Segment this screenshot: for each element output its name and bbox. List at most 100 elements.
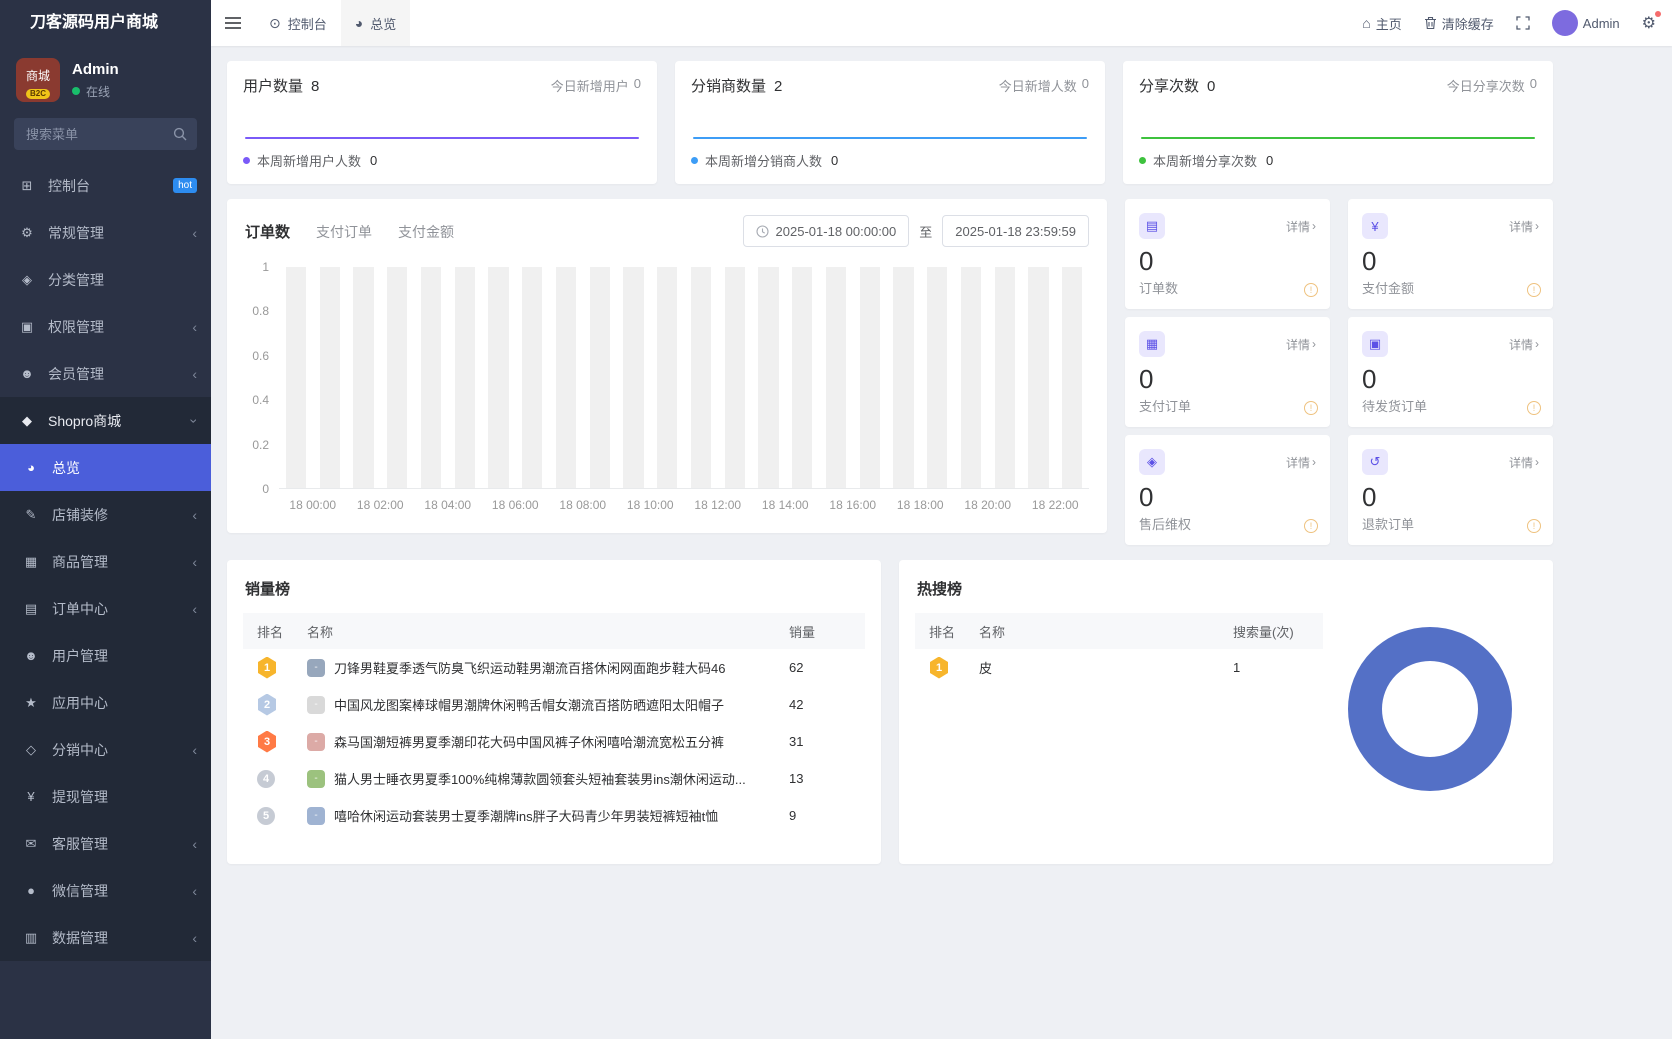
warning-icon: ! bbox=[1304, 283, 1318, 297]
sidebar-item-distribution[interactable]: ◇ 分销中心 ‹ bbox=[0, 726, 211, 773]
detail-link[interactable]: 详情 › bbox=[1286, 454, 1316, 471]
sidebar-item-withdraw[interactable]: ¥ 提现管理 bbox=[0, 773, 211, 820]
detail-link[interactable]: 详情 › bbox=[1509, 218, 1539, 235]
chevron-left-icon: ‹ bbox=[192, 318, 197, 335]
brush-icon: ✎ bbox=[25, 506, 37, 522]
sidebar-item-overview[interactable]: ◕ 总览 bbox=[0, 444, 211, 491]
stat-cards-row: 用户数量 8 今日新增用户 0 本周新增用户人数 0 分销商数量 2 今日新增人… bbox=[227, 61, 1553, 184]
order-chart-ylabels: 1 0.8 0.6 0.4 0.2 0 bbox=[245, 261, 279, 495]
col-header-sales: 销量 bbox=[789, 624, 816, 640]
sidebar-item-service[interactable]: ✉ 客服管理 ‹ bbox=[0, 820, 211, 867]
sidebar-item-shopro[interactable]: ◆ Shopro商城 › bbox=[0, 397, 211, 444]
product-name: 森马国潮短裤男夏季潮印花大码中国风裤子休闲嘻哈潮流宽松五分裤 bbox=[334, 735, 725, 750]
table-row[interactable]: 3 - 森马国潮短裤男夏季潮印花大码中国风裤子休闲嘻哈潮流宽松五分裤 31 bbox=[243, 723, 865, 760]
table-row[interactable]: 1 皮 1 bbox=[915, 649, 1323, 686]
tab-overview[interactable]: ◕ 总览 bbox=[340, 0, 411, 46]
detail-link[interactable]: 详情 › bbox=[1509, 336, 1539, 353]
search-icon bbox=[173, 127, 187, 141]
x-tick-label: 18 14:00 bbox=[761, 498, 809, 512]
money-icon: ¥ bbox=[1362, 213, 1388, 239]
detail-link[interactable]: 详情 › bbox=[1286, 218, 1316, 235]
date-end-input[interactable]: 2025-01-18 23:59:59 bbox=[942, 215, 1089, 247]
sidebar-item-order-center[interactable]: ▤ 订单中心 ‹ bbox=[0, 585, 211, 632]
detail-label: 详情 bbox=[1285, 455, 1310, 470]
sales-value: 31 bbox=[789, 734, 804, 749]
tab-order-count[interactable]: 订单数 bbox=[245, 221, 290, 242]
mini-label: 待发货订单 bbox=[1362, 399, 1428, 414]
stat-card-distributors: 分销商数量 2 今日新增人数 0 本周新增分销商人数 0 bbox=[675, 61, 1105, 184]
rankings-row: 销量榜 排名 名称 销量 1 - 刀锋男鞋夏季透气防臭飞织运动鞋男潮流百搭休闲网面… bbox=[227, 560, 1553, 864]
mini-stats-grid: ▤ 详情 › 0 订单数 ! ¥ 详情 › 0 支付金额 ! ▦ 详情 › 0 … bbox=[1125, 199, 1553, 545]
tab-paid-orders[interactable]: 支付订单 bbox=[316, 222, 372, 242]
sidebar-item-label: 常规管理 bbox=[48, 224, 104, 241]
user-icon: ☻ bbox=[24, 648, 38, 663]
sidebar-item-users[interactable]: ☻ 用户管理 bbox=[0, 632, 211, 679]
clear-cache-button[interactable]: 清除缓存 bbox=[1424, 14, 1494, 33]
date-separator: 至 bbox=[919, 224, 933, 240]
stat-today-value: 0 bbox=[1081, 76, 1089, 91]
rank-badge: 5 bbox=[257, 806, 275, 825]
chevron-left-icon: ‹ bbox=[192, 224, 197, 241]
sidebar-toggle-button[interactable] bbox=[211, 0, 255, 46]
mini-label: 支付金额 bbox=[1362, 281, 1415, 296]
table-row[interactable]: 1 - 刀锋男鞋夏季透气防臭飞织运动鞋男潮流百搭休闲网面跑步鞋大码46 62 bbox=[243, 649, 865, 686]
sidebar-item-console[interactable]: ⊞ 控制台 hot bbox=[0, 162, 211, 209]
table-row[interactable]: 5 - 嘻哈休闲运动套装男士夏季潮牌ins胖子大码青少年男装短裤短袖t恤 9 bbox=[243, 797, 865, 834]
sales-value: 62 bbox=[789, 660, 804, 675]
settings-button[interactable]: ⚙ bbox=[1642, 11, 1661, 33]
sidebar-item-app-center[interactable]: ★ 应用中心 bbox=[0, 679, 211, 726]
bronze-medal-icon: 3 bbox=[258, 730, 276, 753]
sidebar-item-permission[interactable]: ▣ 权限管理 ‹ bbox=[0, 303, 211, 350]
user-panel[interactable]: 商城 B2C Admin 在线 bbox=[0, 46, 211, 112]
user-circle-icon: ☻ bbox=[20, 366, 34, 381]
chart-bar bbox=[920, 267, 954, 488]
chevron-right-icon: › bbox=[1535, 337, 1539, 351]
sidebar-item-label: 微信管理 bbox=[52, 882, 108, 899]
notification-dot bbox=[1655, 11, 1661, 17]
x-tick-label: 18 04:00 bbox=[424, 498, 472, 512]
sidebar-item-label: 提现管理 bbox=[52, 788, 108, 805]
stat-today-label: 今日新增人数 bbox=[998, 79, 1077, 94]
stat-week-label: 本周新增分享次数 bbox=[1153, 154, 1258, 169]
detail-link[interactable]: 详情 › bbox=[1509, 454, 1539, 471]
sparkline bbox=[1141, 137, 1535, 139]
sidebar-item-data[interactable]: ▥ 数据管理 ‹ bbox=[0, 914, 211, 961]
mini-value: 0 bbox=[1362, 482, 1377, 512]
aftersale-icon: ◈ bbox=[1139, 449, 1165, 475]
tab-console[interactable]: ⊙ 控制台 bbox=[255, 0, 341, 46]
hot-search-card: 热搜榜 排名 名称 搜索量(次) 1 皮 1 bbox=[899, 560, 1553, 864]
silver-medal-icon: 2 bbox=[258, 693, 276, 716]
sidebar-item-decorate[interactable]: ✎ 店铺装修 ‹ bbox=[0, 491, 211, 538]
home-button[interactable]: ⌂ 主页 bbox=[1362, 14, 1401, 33]
sidebar-item-wechat[interactable]: ● 微信管理 ‹ bbox=[0, 867, 211, 914]
stat-card-users: 用户数量 8 今日新增用户 0 本周新增用户人数 0 bbox=[227, 61, 657, 184]
sidebar-item-general[interactable]: ⚙ 常规管理 ‹ bbox=[0, 209, 211, 256]
menu-search bbox=[14, 118, 197, 150]
user-menu[interactable]: Admin bbox=[1551, 10, 1620, 36]
stat-week-value: 0 bbox=[831, 153, 839, 168]
table-row[interactable]: 2 - 中国风龙图案棒球帽男潮牌休闲鸭舌帽女潮流百搭防晒遮阳太阳帽子 42 bbox=[243, 686, 865, 723]
mini-value: 0 bbox=[1139, 364, 1154, 394]
legend-dot bbox=[243, 157, 250, 164]
chart-bar bbox=[414, 267, 448, 488]
fullscreen-button[interactable] bbox=[1516, 16, 1530, 30]
date-end-value: 2025-01-18 23:59:59 bbox=[955, 223, 1076, 239]
table-row[interactable]: 4 - 猫人男士睡衣男夏季100%纯棉薄款圆领套头短袖套装男ins潮休闲运动...… bbox=[243, 760, 865, 797]
sidebar-item-goods[interactable]: ▦ 商品管理 ‹ bbox=[0, 538, 211, 585]
tab-paid-amount[interactable]: 支付金额 bbox=[398, 222, 454, 242]
x-tick-label: 18 20:00 bbox=[964, 498, 1012, 512]
detail-link[interactable]: 详情 › bbox=[1286, 336, 1316, 353]
detail-label: 详情 bbox=[1508, 219, 1533, 234]
sidebar-item-category[interactable]: ◈ 分类管理 bbox=[0, 256, 211, 303]
stat-mini-pay-amount: ¥ 详情 › 0 支付金额 ! bbox=[1348, 199, 1553, 309]
chevron-left-icon: ‹ bbox=[192, 929, 197, 946]
chart-bar bbox=[887, 267, 921, 488]
col-header-rank: 排名 bbox=[929, 624, 956, 640]
stat-today-value: 0 bbox=[633, 76, 641, 91]
date-start-input[interactable]: 2025-01-18 00:00:00 bbox=[742, 215, 910, 247]
sidebar-item-label: 数据管理 bbox=[52, 929, 108, 946]
stat-title: 用户数量 bbox=[243, 78, 304, 95]
sidebar-item-member[interactable]: ☻ 会员管理 ‹ bbox=[0, 350, 211, 397]
search-input[interactable] bbox=[14, 118, 197, 150]
sidebar: 刀客源码用户商城 商城 B2C Admin 在线 ⊞ 控制台 hot ⚙ 常规管… bbox=[0, 0, 211, 1039]
